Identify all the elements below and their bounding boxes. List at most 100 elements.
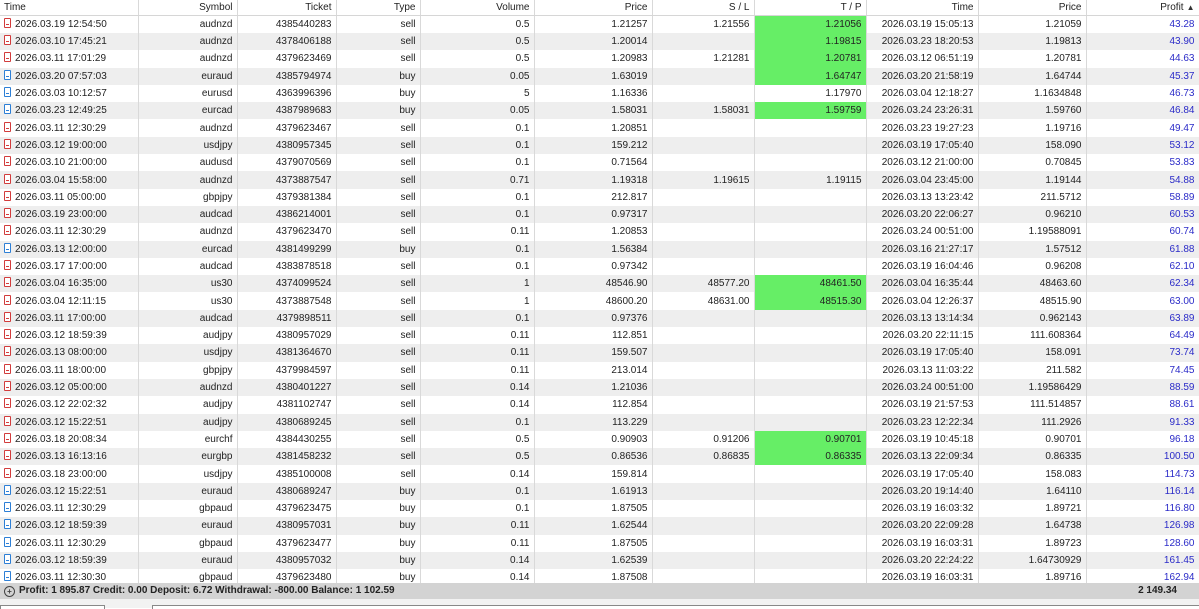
table-row[interactable]: 2026.03.12 05:00:00 audnzd 4380401227 sell 0…	[0, 378, 1199, 397]
table-row[interactable]: 2026.03.11 12:30:29 audnzd 4379623470 sell 0…	[0, 223, 1199, 241]
cell-open-price: 1.62544	[534, 517, 653, 535]
cell-close-price: 158.090	[978, 136, 1087, 155]
table-row[interactable]: 2026.03.10 17:45:21 audnzd 4378406188 sell 0…	[0, 33, 1199, 51]
table-row[interactable]: 2026.03.11 12:30:29 audnzd 4379623467 sell 0…	[0, 119, 1199, 137]
column-header-tp[interactable]: T / P	[754, 0, 867, 16]
cell-symbol: us30	[138, 292, 238, 310]
cell-open-price: 1.87505	[534, 500, 653, 518]
column-header-close-price[interactable]: Price	[978, 0, 1087, 16]
cell-close-time: 2026.03.20 22:24:22	[866, 551, 979, 570]
table-row[interactable]: 2026.03.12 19:00:00 usdjpy 4380957345 sell 0…	[0, 136, 1199, 155]
table-row[interactable]: 2026.03.19 23:00:00 audcad 4386214001 sell 0…	[0, 205, 1199, 224]
table-row[interactable]: 2026.03.18 20:08:34 eurchf 4384430255 sell 0…	[0, 430, 1199, 449]
table-row[interactable]: 2026.03.20 07:57:03 euraud 4385794974 buy 0.…	[0, 67, 1199, 85]
table-row[interactable]: 2026.03.10 21:00:00 audusd 4379070569 sell 0…	[0, 154, 1199, 172]
table-row[interactable]: 2026.03.12 15:22:51 audjpy 4380689245 sell 0…	[0, 413, 1199, 431]
column-header-type[interactable]: Type	[336, 0, 421, 16]
cell-sl	[652, 67, 755, 85]
column-header-sl[interactable]: S / L	[652, 0, 755, 16]
table-row[interactable]: 2026.03.13 16:13:16 eurgbp 4381458232 sell 0…	[0, 448, 1199, 466]
column-header-close-time[interactable]: Time	[866, 0, 979, 16]
table-row[interactable]: 2026.03.04 16:35:00 us30 4374099524 sell 1 48…	[0, 275, 1199, 293]
cell-close-price: 1.59760	[978, 102, 1087, 120]
cell-tp	[754, 205, 867, 224]
table-row[interactable]: 2026.03.12 18:59:39 audjpy 4380957029 sell 0…	[0, 327, 1199, 345]
cell-profit: 63.89	[1086, 309, 1199, 328]
cell-tp	[754, 327, 867, 345]
cell-sl	[652, 344, 755, 362]
open-time-text: 2026.03.13 16:13:16	[15, 451, 107, 463]
table-row[interactable]: 2026.03.11 12:30:29 gbpaud 4379623475 buy 0.…	[0, 500, 1199, 518]
cell-open-time: 2026.03.12 05:00:00	[0, 378, 139, 397]
table-row[interactable]: 2026.03.13 12:00:00 eurcad 4381499299 buy 0.…	[0, 240, 1199, 258]
cell-close-price: 1.20781	[978, 50, 1087, 68]
table-row[interactable]: 2026.03.11 12:30:29 gbpaud 4379623477 buy 0.…	[0, 534, 1199, 552]
cell-profit: 91.33	[1086, 413, 1199, 431]
cell-symbol: gbpjpy	[138, 361, 238, 379]
cell-sl	[652, 500, 755, 518]
table-row[interactable]: 2026.03.11 17:00:00 audcad 4379898511 sell 0…	[0, 309, 1199, 328]
cell-tp: 1.64747	[754, 67, 867, 85]
sell-order-icon	[4, 121, 11, 132]
cell-ticket: 4363996396	[237, 84, 337, 103]
cell-volume: 0.5	[420, 15, 535, 33]
bottom-tab-left[interactable]	[0, 605, 105, 609]
open-time-text: 2026.03.12 18:59:39	[15, 555, 107, 567]
bottom-tab-right[interactable]	[152, 605, 1199, 609]
table-row[interactable]: 2026.03.18 23:00:00 usdjpy 4385100008 sell 0…	[0, 465, 1199, 483]
cell-open-price: 0.97376	[534, 309, 653, 328]
open-time-text: 2026.03.12 18:59:39	[15, 330, 107, 342]
table-row[interactable]: 2026.03.12 18:59:39 euraud 4380957032 buy 0.…	[0, 551, 1199, 570]
cell-tp: 1.17970	[754, 84, 867, 103]
column-header-symbol[interactable]: Symbol	[138, 0, 238, 16]
column-header-open-time[interactable]: Time	[0, 0, 139, 16]
cell-profit: 96.18	[1086, 430, 1199, 449]
cell-symbol: eurcad	[138, 102, 238, 120]
table-row[interactable]: 2026.03.12 22:02:32 audjpy 4381102747 sell 0…	[0, 396, 1199, 414]
cell-open-time: 2026.03.18 20:08:34	[0, 430, 139, 449]
cell-open-price: 1.20851	[534, 119, 653, 137]
table-row[interactable]: 2026.03.04 12:11:15 us30 4373887548 sell 1 48…	[0, 292, 1199, 310]
cell-close-time: 2026.03.20 22:11:15	[866, 327, 979, 345]
table-row[interactable]: 2026.03.04 15:58:00 audnzd 4373887547 sell 0…	[0, 171, 1199, 189]
column-header-profit[interactable]: Profit ▲	[1086, 0, 1199, 16]
table-row[interactable]: 2026.03.17 17:00:00 audcad 4383878518 sell 0…	[0, 257, 1199, 276]
table-row[interactable]: 2026.03.12 15:22:51 euraud 4380689247 buy 0.…	[0, 482, 1199, 501]
cell-close-price: 158.091	[978, 344, 1087, 362]
cell-close-price: 1.64738	[978, 517, 1087, 535]
table-row[interactable]: 2026.03.23 12:49:25 eurcad 4387989683 buy 0.…	[0, 102, 1199, 120]
cell-sl	[652, 534, 755, 552]
cell-sl	[652, 84, 755, 103]
cell-close-time: 2026.03.13 11:03:22	[866, 361, 979, 379]
table-row[interactable]: 2026.03.19 12:54:50 audnzd 4385440283 sell 0…	[0, 15, 1199, 33]
cell-symbol: euraud	[138, 551, 238, 570]
table-row[interactable]: 2026.03.11 05:00:00 gbpjpy 4379381384 sell 0…	[0, 188, 1199, 206]
table-row[interactable]: 2026.03.13 08:00:00 usdjpy 4381364670 sell 0…	[0, 344, 1199, 362]
column-header-volume[interactable]: Volume	[420, 0, 535, 16]
cell-profit: 62.10	[1086, 257, 1199, 276]
table-row[interactable]: 2026.03.11 18:00:00 gbpjpy 4379984597 sell 0…	[0, 361, 1199, 379]
cell-open-time: 2026.03.23 12:49:25	[0, 102, 139, 120]
table-row[interactable]: 2026.03.12 18:59:39 euraud 4380957031 buy 0.…	[0, 517, 1199, 535]
history-table-body: 2026.03.19 12:54:50 audnzd 4385440283 sell 0…	[0, 15, 1199, 587]
open-time-text: 2026.03.11 12:30:29	[15, 537, 107, 549]
cell-profit: 161.45	[1086, 551, 1199, 570]
cell-ticket: 4381499299	[237, 240, 337, 258]
cell-profit: 100.50	[1086, 448, 1199, 466]
cell-type: sell	[336, 448, 421, 466]
cell-open-time: 2026.03.12 18:59:39	[0, 327, 139, 345]
cell-profit: 64.49	[1086, 327, 1199, 345]
cell-symbol: gbpaud	[138, 500, 238, 518]
column-header-ticket[interactable]: Ticket	[237, 0, 337, 16]
cell-open-time: 2026.03.11 17:01:29	[0, 50, 139, 68]
table-row[interactable]: 2026.03.11 17:01:29 audnzd 4379623469 sell 0…	[0, 50, 1199, 68]
cell-type: sell	[336, 344, 421, 362]
table-row[interactable]: 2026.03.03 10:12:57 eurusd 4363996396 buy 5 1…	[0, 84, 1199, 103]
cell-sl: 0.86835	[652, 448, 755, 466]
cell-close-time: 2026.03.20 22:06:27	[866, 205, 979, 224]
expand-plus-icon[interactable]: +	[4, 585, 15, 597]
cell-type: buy	[336, 551, 421, 570]
cell-sl: 1.21556	[652, 15, 755, 33]
cell-profit: 63.00	[1086, 292, 1199, 310]
column-header-open-price[interactable]: Price	[534, 0, 653, 16]
